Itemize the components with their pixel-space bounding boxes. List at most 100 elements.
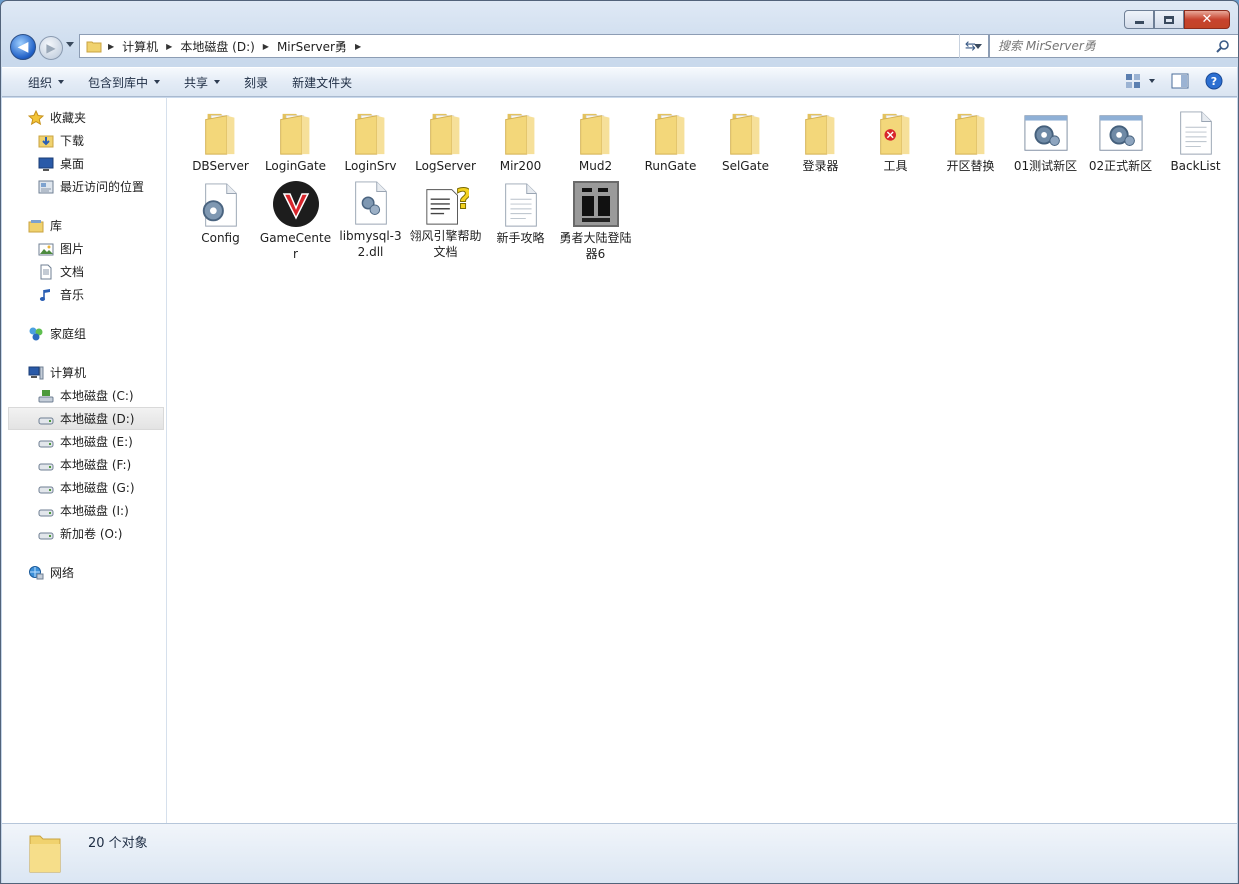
file-item-text[interactable]: BackList: [1158, 108, 1233, 180]
file-item-settings[interactable]: 02正式新区: [1083, 108, 1158, 180]
file-grid: DBServer LoginGate LoginSrv LogServer Mir200…: [183, 108, 1238, 261]
nav-drive-e[interactable]: 本地磁盘 (E:): [2, 430, 166, 453]
breadcrumb-arrow-icon[interactable]: ▶: [353, 42, 363, 51]
folder-icon: [872, 108, 920, 156]
folder-icon: [272, 108, 320, 156]
breadcrumb-arrow-icon[interactable]: ▶: [261, 42, 271, 51]
launcher-file-icon: [572, 180, 620, 228]
nav-drive-f[interactable]: 本地磁盘 (F:): [2, 453, 166, 476]
minimize-button[interactable]: [1124, 10, 1154, 29]
close-button[interactable]: ✕: [1184, 10, 1230, 29]
breadcrumb-current-folder[interactable]: MirServer勇: [271, 35, 353, 57]
nav-drive-g[interactable]: 本地磁盘 (G:): [2, 476, 166, 499]
change-view-button[interactable]: [1125, 73, 1155, 89]
folder-icon: [497, 108, 545, 156]
help-icon[interactable]: ?: [1205, 72, 1223, 90]
search-input[interactable]: [998, 39, 1216, 53]
nav-network[interactable]: 网络: [2, 561, 166, 584]
refresh-button[interactable]: ⇆: [959, 34, 981, 58]
command-bar: 组织 包含到库中 共享 刻录 新建文件夹 ?: [2, 67, 1237, 97]
svg-text:?: ?: [455, 182, 468, 216]
file-item-game[interactable]: GameCenter: [258, 180, 333, 261]
downloads-folder-icon: [38, 135, 54, 147]
file-item-dll[interactable]: libmysql-32.dll: [333, 180, 408, 259]
file-item-folder[interactable]: 工具: [858, 108, 933, 180]
file-list[interactable]: DBServer LoginGate LoginSrv LogServer Mir200…: [167, 98, 1237, 823]
explorer-window: ✕ ◀ ▶ ▶ 计算机 ▶ 本地磁盘 (D:) ▶ MirServer勇 ▶ ⇆…: [0, 0, 1239, 884]
folder-icon: [86, 41, 102, 53]
file-item-folder[interactable]: LogServer: [408, 108, 483, 180]
file-item-folder[interactable]: LoginGate: [258, 108, 333, 180]
documents-icon: [40, 264, 52, 279]
file-item-config[interactable]: Config: [183, 180, 258, 252]
svg-text:?: ?: [1211, 75, 1217, 88]
chevron-down-icon: [1149, 79, 1155, 83]
breadcrumb-computer[interactable]: 计算机: [116, 35, 164, 57]
file-item-folder[interactable]: DBServer: [183, 108, 258, 180]
nav-downloads[interactable]: 下载: [2, 129, 166, 152]
nav-favorites[interactable]: 收藏夹: [2, 106, 166, 129]
share-button[interactable]: 共享: [174, 68, 234, 96]
nav-drive-d[interactable]: 本地磁盘 (D:): [8, 407, 164, 430]
file-item-help[interactable]: ? 翎风引擎帮助文档: [408, 180, 483, 259]
include-library-button[interactable]: 包含到库中: [78, 68, 174, 96]
folder-icon: [797, 108, 845, 156]
nav-libraries[interactable]: 库: [2, 214, 166, 237]
file-name: Config: [201, 231, 240, 245]
explorer-body: 收藏夹 下载 桌面 最近访问的位置 库 图片 文档 音乐 家庭组 计算机 本地磁…: [2, 98, 1237, 823]
nav-drive-i[interactable]: 本地磁盘 (I:): [2, 499, 166, 522]
file-name: 新手攻略: [496, 231, 545, 245]
file-item-text[interactable]: 新手攻略: [483, 180, 558, 252]
recent-pages-dropdown[interactable]: [66, 42, 74, 47]
file-item-folder[interactable]: Mir200: [483, 108, 558, 180]
file-item-settings[interactable]: 01测试新区: [1008, 108, 1083, 180]
address-bar[interactable]: ▶ 计算机 ▶ 本地磁盘 (D:) ▶ MirServer勇 ▶: [79, 34, 989, 58]
file-name: LoginSrv: [344, 159, 397, 173]
nav-homegroup[interactable]: 家庭组: [2, 322, 166, 345]
nav-documents[interactable]: 文档: [2, 260, 166, 283]
settings-file-icon: [1097, 108, 1145, 156]
folder-icon: [572, 108, 620, 156]
nav-recent-places[interactable]: 最近访问的位置: [2, 175, 166, 198]
folder-icon: [347, 108, 395, 156]
file-item-folder[interactable]: Mud2: [558, 108, 633, 180]
breadcrumb-arrow-icon[interactable]: ▶: [106, 42, 116, 51]
search-box[interactable]: [989, 34, 1238, 58]
maximize-button[interactable]: [1154, 10, 1184, 29]
file-item-folder[interactable]: LoginSrv: [333, 108, 408, 180]
file-item-folder[interactable]: SelGate: [708, 108, 783, 180]
nav-drive-c[interactable]: 本地磁盘 (C:): [2, 384, 166, 407]
file-name: 01测试新区: [1013, 159, 1078, 173]
desktop-icon: [38, 157, 54, 171]
nav-pictures[interactable]: 图片: [2, 237, 166, 260]
breadcrumb-arrow-icon[interactable]: ▶: [164, 42, 174, 51]
new-folder-button[interactable]: 新建文件夹: [282, 68, 366, 96]
burn-button[interactable]: 刻录: [234, 68, 282, 96]
chevron-down-icon: [214, 80, 221, 84]
file-item-folder[interactable]: 登录器: [783, 108, 858, 180]
network-icon: [29, 565, 44, 579]
organize-button[interactable]: 组织: [18, 68, 78, 96]
file-item-folder[interactable]: 开区替换: [933, 108, 1008, 180]
forward-button[interactable]: ▶: [39, 36, 63, 60]
folder-icon: [647, 108, 695, 156]
hard-drive-icon: [38, 486, 54, 493]
search-icon[interactable]: [1216, 39, 1230, 53]
file-item-launcher[interactable]: 勇者大陆登陆器6: [558, 180, 633, 261]
file-name: Mir200: [499, 159, 542, 173]
file-name: Mud2: [578, 159, 613, 173]
nav-music[interactable]: 音乐: [2, 283, 166, 306]
caption-buttons: ✕: [1124, 10, 1230, 29]
help-file-icon: ?: [422, 180, 470, 226]
nav-desktop[interactable]: 桌面: [2, 152, 166, 175]
back-button[interactable]: ◀: [10, 34, 36, 60]
nav-drive-o[interactable]: 新加卷 (O:): [2, 522, 166, 545]
preview-pane-icon[interactable]: [1171, 73, 1189, 89]
file-item-folder[interactable]: RunGate: [633, 108, 708, 180]
file-name: libmysql-32.dll: [339, 229, 402, 259]
breadcrumb-drive-d[interactable]: 本地磁盘 (D:): [174, 35, 260, 57]
game-file-icon: [272, 180, 320, 228]
details-pane: 20 个对象: [2, 823, 1237, 883]
nav-computer[interactable]: 计算机: [2, 361, 166, 384]
chevron-down-icon: [154, 80, 161, 84]
